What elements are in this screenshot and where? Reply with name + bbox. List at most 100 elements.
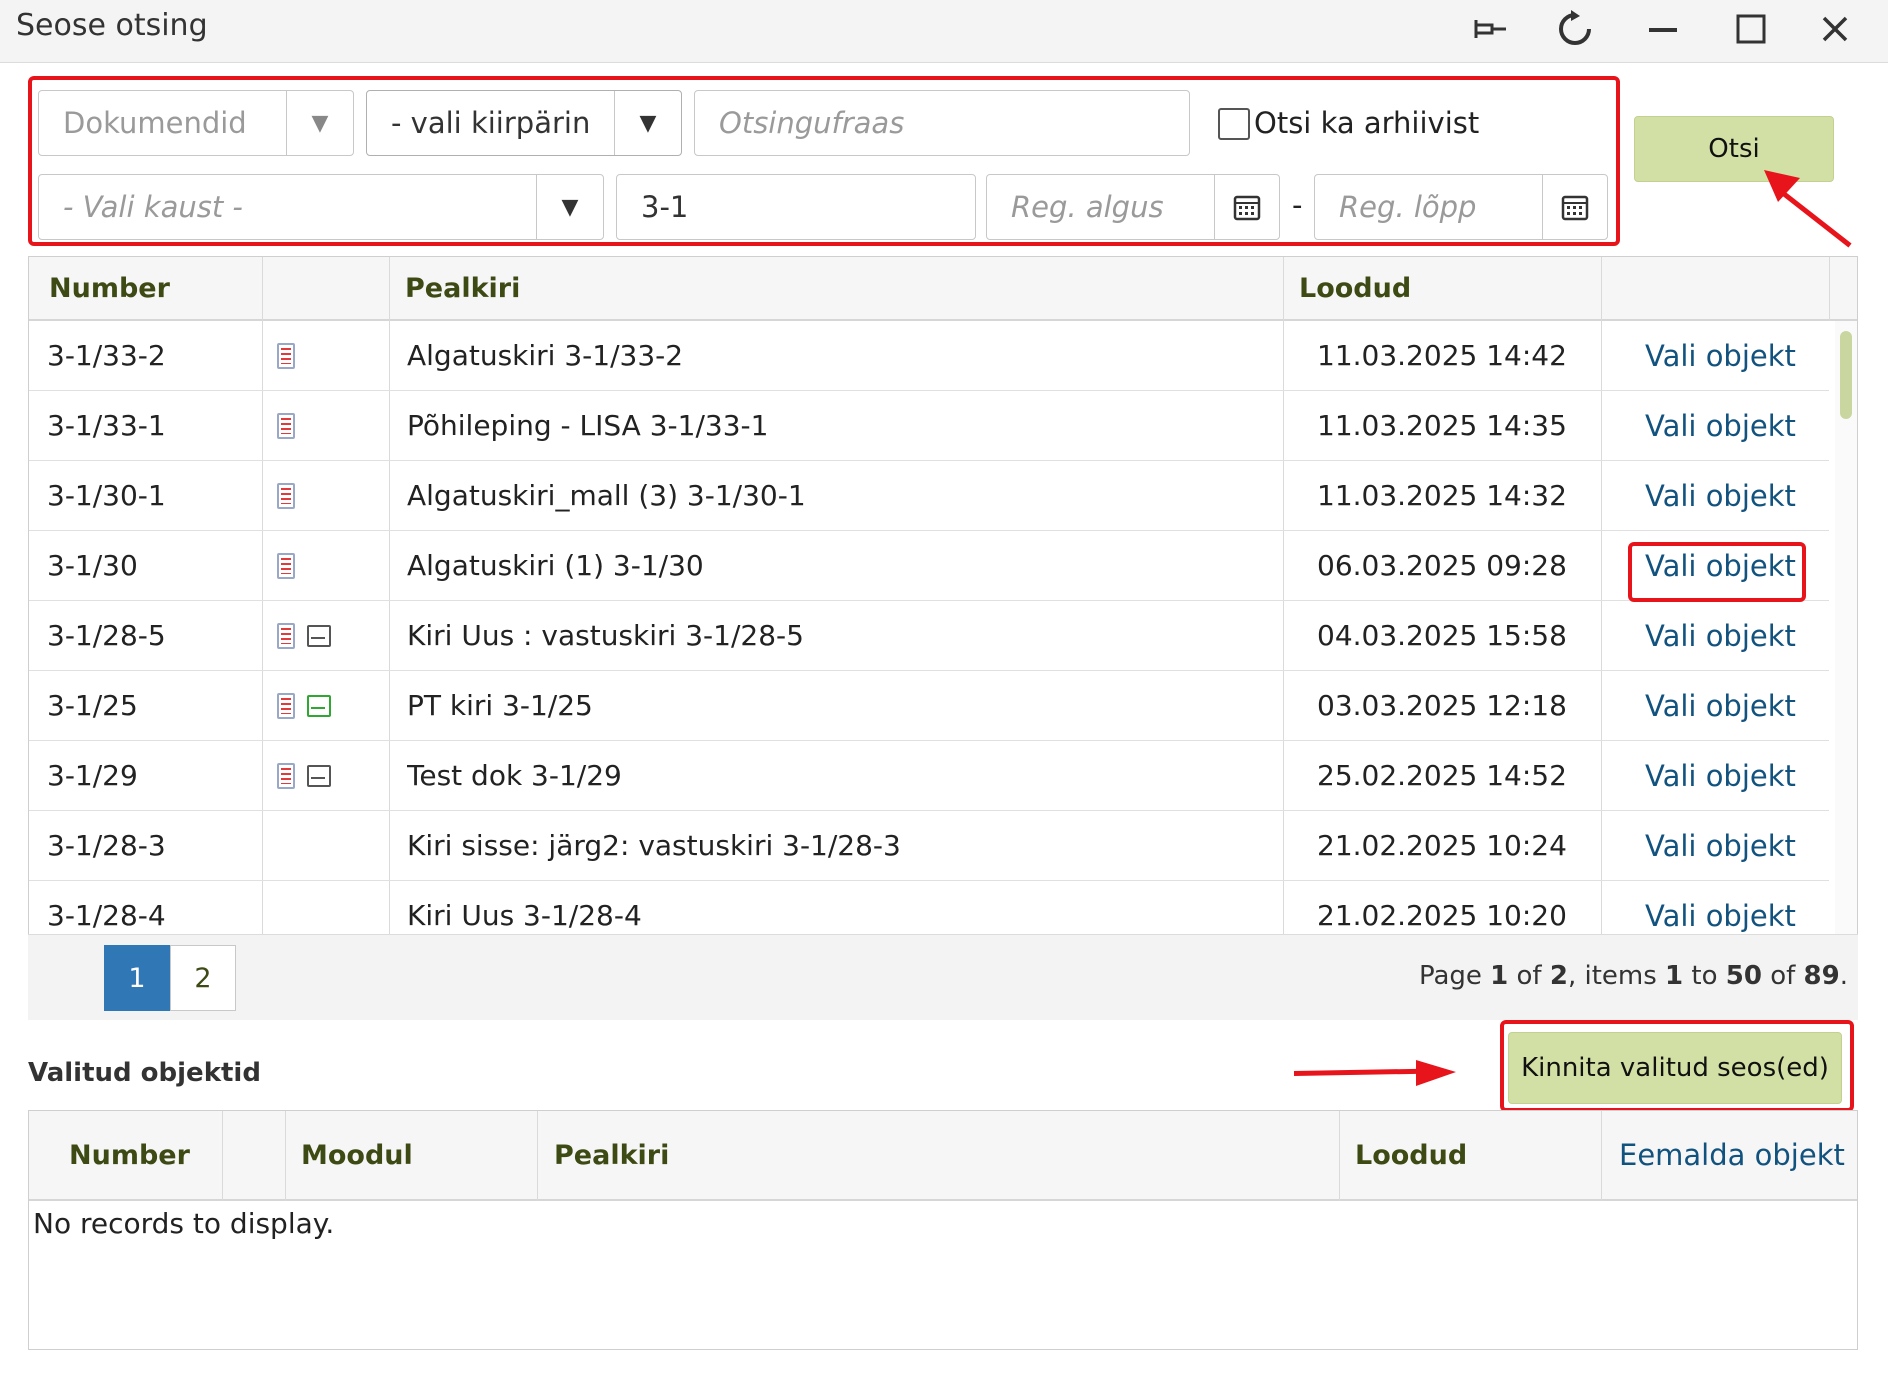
reg-start-placeholder: Reg. algus: [1011, 190, 1164, 224]
row-created: 21.02.2025 10:24: [1317, 829, 1567, 862]
scrollbar-thumb[interactable]: [1840, 331, 1852, 419]
page-1-button[interactable]: 1: [104, 945, 170, 1011]
envelope-icon: [307, 764, 331, 787]
column-header-created[interactable]: Loodud: [1299, 273, 1411, 304]
calendar-icon[interactable]: [1542, 175, 1607, 239]
document-icon: [277, 622, 295, 649]
select-object-link[interactable]: Vali objekt: [1645, 601, 1825, 670]
row-number: 3-1/28-4: [47, 899, 166, 932]
row-title: PT kiri 3-1/25: [407, 689, 593, 722]
page-2-button[interactable]: 2: [170, 945, 236, 1011]
row-created: 03.03.2025 12:18: [1317, 689, 1567, 722]
close-icon[interactable]: [1812, 6, 1858, 52]
row-created: 11.03.2025 14:35: [1317, 409, 1567, 442]
select-object-link[interactable]: Vali objekt: [1645, 531, 1825, 600]
calendar-icon[interactable]: [1214, 175, 1279, 239]
document-icon: [277, 412, 295, 439]
chevron-down-icon[interactable]: ▼: [286, 91, 353, 155]
reg-end-placeholder: Reg. lõpp: [1339, 190, 1477, 224]
row-created: 06.03.2025 09:28: [1317, 549, 1567, 582]
row-number: 3-1/29: [47, 759, 138, 792]
document-icon: [277, 482, 295, 509]
row-number: 3-1/30: [47, 549, 138, 582]
search-phrase-placeholder: Otsingufraas: [719, 106, 905, 140]
row-number: 3-1/30-1: [47, 479, 166, 512]
row-icons: [277, 461, 387, 530]
row-number: 3-1/33-2: [47, 339, 166, 372]
envelope-icon: [307, 624, 331, 647]
row-icons: [277, 671, 387, 740]
reg-end-input[interactable]: Reg. lõpp: [1314, 174, 1608, 240]
document-icon: [277, 552, 295, 579]
pager-info: Page 1 of 2, items 1 to 50 of 89.: [1418, 961, 1848, 991]
folder-select[interactable]: - Vali kaust - ▼: [38, 174, 604, 240]
maximize-icon[interactable]: [1728, 6, 1774, 52]
row-created: 25.02.2025 14:52: [1317, 759, 1567, 792]
select-object-link[interactable]: Vali objekt: [1645, 391, 1825, 460]
column-header-module[interactable]: Moodul: [301, 1140, 413, 1171]
minimize-icon[interactable]: [1640, 6, 1686, 52]
table-row: 3-1/30-1 Algatuskiri_mall (3) 3-1/30-1 11.…: [29, 461, 1829, 531]
refresh-icon[interactable]: [1552, 6, 1598, 52]
folder-select-placeholder: - Vali kaust -: [63, 190, 243, 224]
row-number: 3-1/28-5: [47, 619, 166, 652]
module-select-value: Dokumendid: [63, 106, 247, 140]
row-icons: [277, 741, 387, 810]
row-created: 11.03.2025 14:42: [1317, 339, 1567, 372]
row-icons: [277, 321, 387, 390]
row-created: 04.03.2025 15:58: [1317, 619, 1567, 652]
quick-query-select[interactable]: - vali kiirpäring ▼: [366, 90, 682, 156]
selected-objects-heading: Valitud objektid: [28, 1058, 261, 1088]
confirm-selection-button[interactable]: Kinnita valitud seos(ed): [1508, 1032, 1842, 1104]
envelope-green-icon: [307, 694, 331, 717]
row-title: Algatuskiri (1) 3-1/30: [407, 549, 704, 582]
select-object-link[interactable]: Vali objekt: [1645, 881, 1825, 935]
archive-checkbox[interactable]: [1218, 108, 1250, 140]
module-select[interactable]: Dokumendid ▼: [38, 90, 354, 156]
select-object-link[interactable]: Vali objekt: [1645, 671, 1825, 740]
row-title: Kiri Uus 3-1/28-4: [407, 899, 642, 932]
results-header-row: Number Pealkiri Loodud: [29, 257, 1857, 321]
table-row: 3-1/25 PT kiri 3-1/25 03.03.2025 12:18 Vali…: [29, 671, 1829, 741]
pin-icon[interactable]: [1468, 6, 1514, 52]
row-icons: [277, 391, 387, 460]
column-header-number[interactable]: Number: [49, 273, 170, 304]
row-number: 3-1/33-1: [47, 409, 166, 442]
row-created: 21.02.2025 10:20: [1317, 899, 1567, 932]
select-object-link[interactable]: Vali objekt: [1645, 811, 1825, 880]
row-number: 3-1/28-3: [47, 829, 166, 862]
table-row: 3-1/30 Algatuskiri (1) 3-1/30 06.03.2025 0…: [29, 531, 1829, 601]
select-object-link[interactable]: Vali objekt: [1645, 321, 1825, 390]
select-object-link[interactable]: Vali objekt: [1645, 461, 1825, 530]
remove-object-header-link[interactable]: Eemalda objekt: [1619, 1138, 1845, 1172]
row-icons: [277, 531, 387, 600]
chevron-down-icon[interactable]: ▼: [614, 91, 681, 155]
date-range-separator: -: [1292, 188, 1303, 222]
select-object-link[interactable]: Vali objekt: [1645, 741, 1825, 810]
document-icon: [277, 342, 295, 369]
document-icon: [277, 692, 295, 719]
row-title: Algatuskiri 3-1/33-2: [407, 339, 684, 372]
column-header-title[interactable]: Pealkiri: [554, 1140, 669, 1171]
table-row: 3-1/28-3 Kiri sisse: järg2: vastuskiri 3-…: [29, 811, 1829, 881]
results-grid: Number Pealkiri Loodud 3-1/33-2 Algatuski…: [28, 256, 1858, 936]
pager: 1 2 Page 1 of 2, items 1 to 50 of 89.: [28, 934, 1858, 1020]
window-titlebar: Seose otsing: [0, 0, 1888, 63]
selected-objects-grid: Number Moodul Pealkiri Loodud Eemalda ob…: [28, 1110, 1858, 1350]
row-title: Algatuskiri_mall (3) 3-1/30-1: [407, 479, 806, 512]
column-header-number[interactable]: Number: [69, 1140, 190, 1171]
search-phrase-input[interactable]: Otsingufraas: [694, 90, 1190, 156]
row-title: Test dok 3-1/29: [407, 759, 622, 792]
reg-start-input[interactable]: Reg. algus: [986, 174, 1280, 240]
table-row: 3-1/28-4 Kiri Uus 3-1/28-4 21.02.2025 10:2…: [29, 881, 1829, 935]
column-header-title[interactable]: Pealkiri: [405, 273, 520, 304]
chevron-down-icon[interactable]: ▼: [536, 175, 603, 239]
column-header-created[interactable]: Loodud: [1355, 1140, 1467, 1171]
archive-checkbox-label[interactable]: Otsi ka arhiivist: [1254, 106, 1479, 140]
scrollbar-track[interactable]: [1835, 321, 1857, 935]
row-number: 3-1/25: [47, 689, 138, 722]
search-button[interactable]: Otsi: [1634, 116, 1834, 182]
number-input[interactable]: 3-1: [616, 174, 976, 240]
table-row: 3-1/33-1 Põhileping - LISA 3-1/33-1 11.03.…: [29, 391, 1829, 461]
row-title: Kiri Uus : vastuskiri 3-1/28-5: [407, 619, 804, 652]
